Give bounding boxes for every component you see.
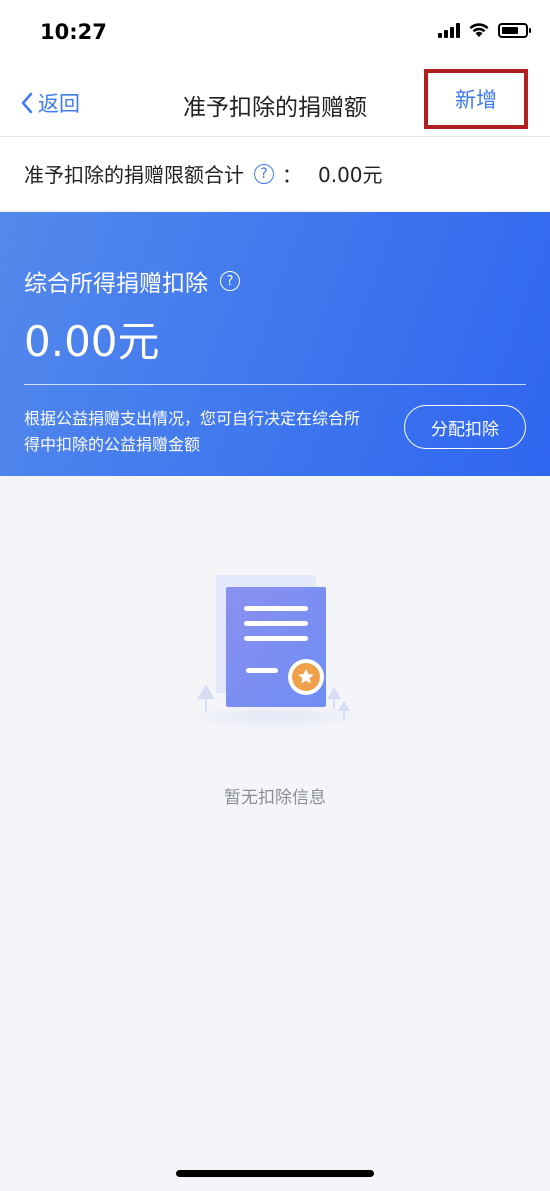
status-time: 10:27	[40, 20, 107, 44]
card-amount: 0.00元	[24, 317, 160, 366]
allocate-label: 分配扣除	[431, 419, 499, 440]
deduction-summary-card: 综合所得捐赠扣除 ? 0.00元 根据公益捐赠支出情况，您可自行决定在综合所得中…	[0, 212, 550, 476]
empty-state-text: 暂无扣除信息	[224, 788, 326, 808]
back-chevron-icon	[21, 92, 33, 114]
add-label: 新增	[455, 88, 497, 112]
back-label: 返回	[38, 92, 80, 116]
status-bar: 10:27	[0, 0, 550, 66]
total-limit-label: 准予扣除的捐赠限额合计	[24, 163, 244, 187]
help-icon[interactable]: ?	[254, 163, 274, 184]
battery-icon	[498, 23, 531, 38]
card-title: 综合所得捐赠扣除 ?	[24, 264, 240, 298]
add-button[interactable]: 新增	[424, 69, 528, 129]
card-description: 根据公益捐赠支出情况，您可自行决定在综合所得中扣除的公益捐赠金额	[24, 409, 361, 454]
signal-icon	[438, 22, 460, 38]
total-limit-row: 准予扣除的捐赠限额合计 ? ： 0.00元	[0, 137, 550, 210]
wifi-icon	[469, 23, 489, 37]
home-indicator	[176, 1170, 374, 1177]
total-colon: ：	[282, 163, 302, 187]
total-limit-value: 0.00元	[318, 163, 383, 187]
document-empty-icon	[185, 575, 365, 729]
back-button[interactable]: 返回	[20, 88, 80, 118]
status-icons	[438, 22, 531, 38]
card-title-label: 综合所得捐赠扣除	[24, 271, 208, 297]
help-icon[interactable]: ?	[220, 271, 240, 291]
allocate-deduction-button[interactable]: 分配扣除	[404, 405, 526, 449]
card-divider	[24, 384, 526, 385]
nav-bar: 返回 准予扣除的捐赠额 新增	[0, 66, 550, 137]
